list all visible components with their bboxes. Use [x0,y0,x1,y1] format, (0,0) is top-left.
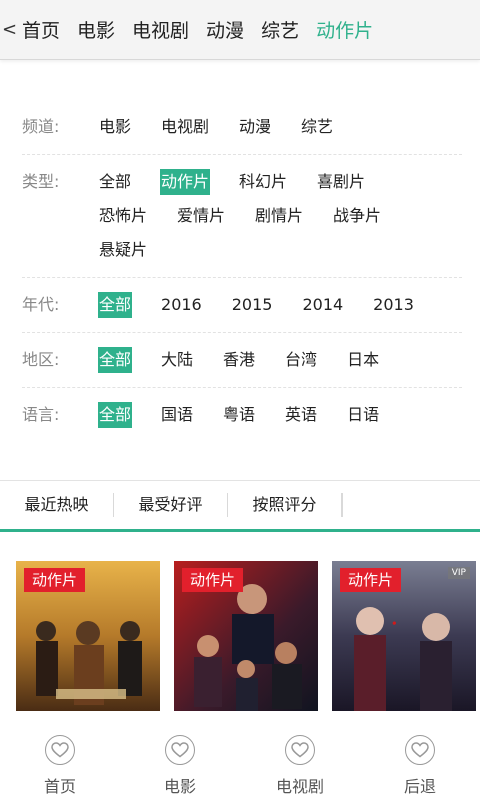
poster-card[interactable]: 动作片 [174,561,318,711]
filter-option-genre[interactable]: 剧情片 [254,203,304,229]
vip-badge: VIP [447,567,470,579]
poster-card[interactable]: 动作片 [16,561,160,711]
tab-label: 电影 [163,777,196,796]
filter-option-channel[interactable]: 动漫 [238,114,272,140]
filter-option-region[interactable]: 台湾 [284,347,318,373]
filter-option-year[interactable]: 2014 [301,292,344,318]
tab-home[interactable]: 首页 [0,730,120,800]
filter-panel: 频道: 电影 电视剧 动漫 综艺 类型: 全部 动作片 科幻片 喜剧片恐怖片 爱情片 剧情片 战争… [22,100,462,442]
tab-label: 电视剧 [275,777,324,796]
filter-option-year[interactable]: 全部 [98,292,133,318]
filter-options: 全部 国语 粤语 英语 日语 [98,398,462,432]
nav-anime[interactable]: 动漫 [206,16,244,43]
filter-option-genre[interactable]: 爱情片 [176,203,226,229]
filter-row-genre: 类型: 全部 动作片 科幻片 喜剧片恐怖片 爱情片 剧情片 战争片悬疑片 [22,155,462,278]
genre-tag: 动作片 [182,568,244,592]
filter-label: 频道: [22,117,60,136]
filter-option-genre[interactable]: 动作片 [160,169,211,195]
filter-option-channel[interactable]: 电视剧 [160,114,210,140]
nav-home[interactable]: 首页 [22,16,60,43]
bottom-tab-bar: 首页 电影 电视剧 后退 [0,730,480,800]
filter-option-genre[interactable]: 全部 [98,169,132,195]
filter-row-year: 年代: 全部 2016 2015 2014 2013 [22,278,462,333]
filter-options: 电影 电视剧 动漫 综艺 [98,110,462,144]
filter-option-year[interactable]: 2016 [160,292,203,318]
filter-option-year[interactable]: 2015 [231,292,274,318]
tab-movies[interactable]: 电影 [120,730,240,800]
filter-option-language[interactable]: 英语 [284,402,318,428]
sort-divider [342,493,343,517]
filter-label: 类型: [22,172,60,191]
filter-label: 语言: [22,405,60,424]
back-button[interactable]: < [2,19,22,40]
filter-options: 全部 2016 2015 2014 2013 [98,288,462,322]
filter-option-genre[interactable]: 战争片 [332,203,382,229]
heart-icon [405,735,435,765]
poster-grid: 动作片 动作片 动作片 VIP · [16,561,480,711]
sort-rated-button[interactable]: 最受好评 [114,493,228,517]
tab-back[interactable]: 后退 [360,730,480,800]
heart-icon [285,735,315,765]
nav-movies[interactable]: 电影 [77,16,115,43]
filter-option-language[interactable]: 日语 [346,402,380,428]
sort-recent-button[interactable]: 最近热映 [0,493,114,517]
filter-label: 地区: [22,350,60,369]
filter-option-language[interactable]: 全部 [98,402,133,428]
heart-icon [165,735,195,765]
filter-option-channel[interactable]: 综艺 [300,114,334,140]
nav-tv[interactable]: 电视剧 [132,16,189,43]
top-navigation: < 首页 电影 电视剧 动漫 综艺 动作片 [0,0,480,60]
filter-row-language: 语言: 全部 国语 粤语 英语 日语 [22,388,462,442]
filter-row-region: 地区: 全部 大陆 香港 台湾 日本 [22,333,462,388]
heart-icon [45,735,75,765]
nav-variety[interactable]: 综艺 [261,16,299,43]
filter-option-genre[interactable]: 喜剧片 [316,169,366,195]
filter-options: 全部 大陆 香港 台湾 日本 [98,343,462,377]
filter-option-region[interactable]: 全部 [98,347,133,373]
filter-option-genre[interactable]: 科幻片 [238,169,288,195]
filter-label: 年代: [22,295,60,314]
genre-tag: 动作片 [340,568,402,592]
tab-tv[interactable]: 电视剧 [240,730,360,800]
filter-option-language[interactable]: 国语 [160,402,194,428]
tab-label: 首页 [43,777,76,796]
sort-score-button[interactable]: 按照评分 [228,493,342,517]
nav-action[interactable]: 动作片 [316,16,373,43]
filter-option-channel[interactable]: 电影 [98,114,132,140]
genre-tag: 动作片 [24,568,86,592]
filter-option-year[interactable]: 2013 [372,292,415,318]
sort-bar: 最近热映 最受好评 按照评分 [0,480,480,532]
poster-card[interactable]: 动作片 VIP · [332,561,476,711]
filter-option-genre[interactable]: 悬疑片 [98,237,148,263]
filter-option-genre[interactable]: 恐怖片 [98,203,148,229]
filter-option-region[interactable]: 大陆 [160,347,194,373]
filter-option-language[interactable]: 粤语 [222,402,256,428]
tab-label: 后退 [403,777,436,796]
filter-options: 全部 动作片 科幻片 喜剧片恐怖片 爱情片 剧情片 战争片悬疑片 [98,165,462,267]
filter-option-region[interactable]: 香港 [222,347,256,373]
filter-option-region[interactable]: 日本 [346,347,380,373]
filter-row-channel: 频道: 电影 电视剧 动漫 综艺 [22,100,462,155]
